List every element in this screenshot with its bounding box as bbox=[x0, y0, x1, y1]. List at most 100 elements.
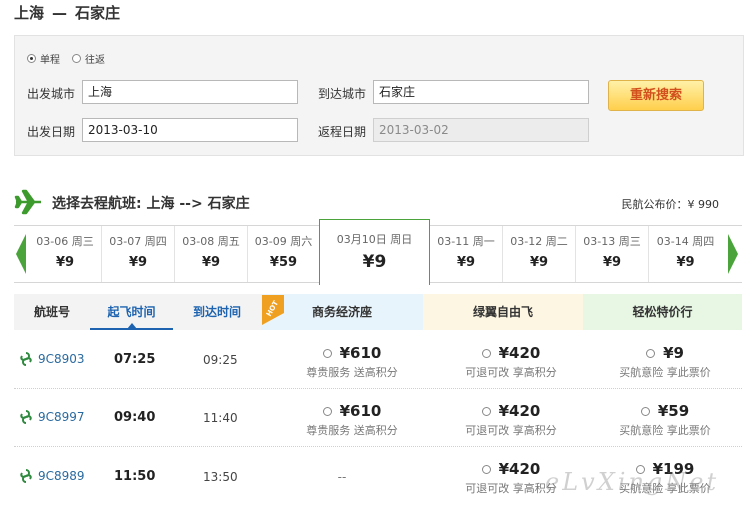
date-tab-0312[interactable]: 03-12 周二 ¥9 bbox=[503, 226, 576, 282]
chevron-left-icon bbox=[16, 234, 26, 274]
fare-note: 可退可改 享高积分 bbox=[465, 366, 557, 379]
fare-price: ¥59 bbox=[657, 402, 690, 420]
depart-city-label: 出发城市 bbox=[27, 87, 76, 101]
fare-note: 可退可改 享高积分 bbox=[465, 424, 557, 437]
flight-number-text: 9C8997 bbox=[38, 410, 85, 424]
return-date-input: 2013-03-02 bbox=[373, 118, 589, 142]
watermark: eLvXingNet bbox=[545, 468, 720, 496]
arrive-time: 09:25 bbox=[203, 353, 238, 367]
trip-type-roundtrip[interactable]: 往返 bbox=[72, 51, 105, 66]
depart-time: 11:50 bbox=[114, 469, 156, 484]
arrive-time: 13:50 bbox=[203, 470, 238, 484]
sort-asc-icon bbox=[127, 323, 137, 329]
fare-green[interactable]: ¥420 可退可改 享高积分 bbox=[431, 402, 591, 438]
arrive-time: 11:40 bbox=[203, 411, 238, 425]
next-dates-button[interactable] bbox=[726, 226, 740, 282]
depart-time: 09:40 bbox=[114, 410, 156, 425]
date-price: ¥9 bbox=[602, 255, 622, 270]
route-origin: 上海 bbox=[14, 4, 45, 22]
depart-date-label: 出发日期 bbox=[27, 125, 76, 139]
date-price: ¥9 bbox=[456, 255, 476, 270]
date-price: ¥9 bbox=[529, 255, 549, 270]
date-label: 03-08 周五 bbox=[182, 235, 240, 248]
fare-radio[interactable] bbox=[481, 348, 491, 358]
depart-city-input[interactable]: 上海 bbox=[82, 80, 298, 104]
date-label: 03月10日 周日 bbox=[336, 233, 413, 246]
date-tab-0314[interactable]: 03-14 周四 ¥9 bbox=[649, 226, 722, 282]
date-price: ¥9 bbox=[362, 252, 387, 272]
section-title: 选择去程航班: 上海 --> 石家庄 bbox=[52, 196, 250, 212]
header-flight-no: 航班号 bbox=[33, 305, 70, 319]
date-label: 03-09 周六 bbox=[254, 235, 313, 248]
date-price: ¥9 bbox=[128, 255, 148, 270]
fare-price: ¥420 bbox=[498, 402, 541, 420]
fare-radio[interactable] bbox=[481, 406, 491, 416]
header-green-wing: 绿翼自由飞 bbox=[423, 294, 583, 330]
arrive-city-label: 到达城市 bbox=[318, 87, 367, 101]
date-label: 03-07 周四 bbox=[109, 235, 167, 248]
trip-type-oneway[interactable]: 单程 bbox=[27, 51, 60, 66]
fare-green[interactable]: ¥420 可退可改 享高积分 bbox=[431, 344, 591, 380]
hot-badge: HOT bbox=[262, 295, 284, 325]
date-tab-0311[interactable]: 03-11 周一 ¥9 bbox=[430, 226, 503, 282]
depart-time: 07:25 bbox=[114, 352, 156, 367]
flight-number-text: 9C8903 bbox=[38, 352, 85, 366]
fare-price: ¥610 bbox=[339, 402, 382, 420]
date-label: 03-12 周二 bbox=[510, 235, 568, 248]
fare-radio[interactable] bbox=[322, 348, 332, 358]
oneway-radio[interactable] bbox=[27, 54, 36, 63]
date-tab-0307[interactable]: 03-07 周四 ¥9 bbox=[102, 226, 175, 282]
public-price: 民航公布价：¥ 990 bbox=[621, 198, 720, 211]
date-tab-0309[interactable]: 03-09 周六 ¥59 bbox=[248, 226, 320, 282]
fare-business: -- bbox=[262, 470, 422, 484]
route-title: 上海 — 石家庄 bbox=[14, 2, 120, 23]
fare-price: ¥420 bbox=[498, 344, 541, 362]
date-tab-0308[interactable]: 03-08 周五 ¥9 bbox=[175, 226, 248, 282]
fare-easy[interactable]: ¥9 买航意险 享此票价 bbox=[585, 344, 745, 380]
airline-logo-icon bbox=[20, 352, 32, 366]
fare-easy[interactable]: ¥59 买航意险 享此票价 bbox=[585, 402, 745, 438]
fare-business[interactable]: ¥610 尊贵服务 送高积分 bbox=[272, 344, 432, 380]
fare-business[interactable]: ¥610 尊贵服务 送高积分 bbox=[272, 402, 432, 438]
plane-icon bbox=[14, 189, 41, 215]
date-price: ¥9 bbox=[55, 255, 75, 270]
date-label: 03-13 周三 bbox=[583, 235, 641, 248]
trip-type-group: 单程 往返 bbox=[27, 51, 117, 66]
search-panel: 单程 往返 出发城市 上海 到达城市 石家庄 出发日期 2013-03-10 返… bbox=[14, 35, 744, 156]
fare-radio[interactable] bbox=[646, 348, 656, 358]
fare-radio[interactable] bbox=[322, 406, 332, 416]
airline-logo-icon bbox=[20, 469, 32, 483]
fare-radio[interactable] bbox=[640, 406, 650, 416]
return-date-label: 返程日期 bbox=[318, 125, 367, 139]
flight-number[interactable]: 9C8903 bbox=[19, 352, 85, 366]
date-tab-0310[interactable]: 03月10日 周日 ¥9 bbox=[319, 219, 430, 285]
roundtrip-label: 往返 bbox=[85, 55, 105, 66]
airline-logo-icon bbox=[20, 410, 32, 424]
date-label: 03-11 周一 bbox=[437, 235, 495, 248]
flight-number[interactable]: 9C8989 bbox=[19, 469, 85, 483]
date-label: 03-14 周四 bbox=[656, 235, 715, 248]
header-arrive-time[interactable]: 到达时间 bbox=[173, 294, 261, 330]
fare-unavailable: -- bbox=[337, 470, 347, 484]
search-button[interactable]: 重新搜索 bbox=[608, 80, 704, 111]
fare-note: 尊贵服务 送高积分 bbox=[306, 424, 398, 437]
fare-radio[interactable] bbox=[481, 464, 491, 474]
header-business-economy: 商务经济座 bbox=[261, 294, 423, 330]
route-destination: 石家庄 bbox=[75, 4, 121, 22]
fare-price: ¥9 bbox=[663, 344, 684, 362]
chevron-right-icon bbox=[728, 234, 738, 274]
arrive-city-input[interactable]: 石家庄 bbox=[373, 80, 589, 104]
prev-dates-button[interactable] bbox=[14, 226, 28, 282]
fare-note: 买航意险 享此票价 bbox=[619, 366, 711, 379]
fare-note: 尊贵服务 送高积分 bbox=[306, 366, 398, 379]
date-tab-0313[interactable]: 03-13 周三 ¥9 bbox=[576, 226, 649, 282]
route-separator: — bbox=[52, 4, 68, 22]
date-price: ¥59 bbox=[269, 255, 298, 270]
date-label: 03-06 周三 bbox=[36, 235, 94, 248]
flight-number[interactable]: 9C8997 bbox=[19, 410, 85, 424]
flight-number-text: 9C8989 bbox=[38, 469, 85, 483]
date-price: ¥9 bbox=[676, 255, 695, 270]
depart-date-input[interactable]: 2013-03-10 bbox=[82, 118, 298, 142]
roundtrip-radio[interactable] bbox=[72, 54, 81, 63]
date-tab-0306[interactable]: 03-06 周三 ¥9 bbox=[29, 226, 102, 282]
